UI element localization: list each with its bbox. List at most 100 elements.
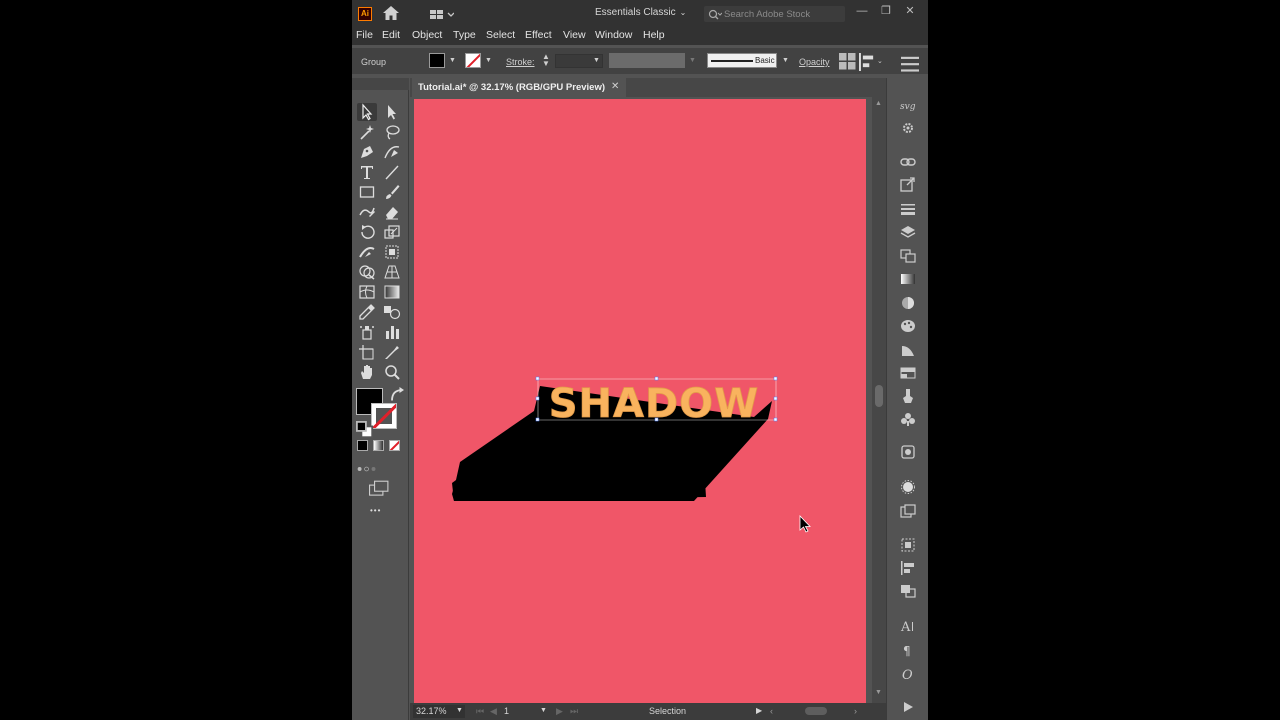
artboards-icon[interactable] <box>899 248 917 264</box>
artboard-tool-icon[interactable] <box>357 343 377 361</box>
paintbrush-tool-icon[interactable] <box>382 183 402 201</box>
home-icon[interactable] <box>383 6 399 20</box>
horizontal-scrollbar-thumb[interactable] <box>805 707 827 715</box>
shape-builder-tool-icon[interactable] <box>357 263 377 281</box>
scroll-down-icon[interactable]: ▼ <box>875 689 882 696</box>
minimize-button[interactable]: — <box>854 3 870 19</box>
artboard[interactable]: SHADOW <box>414 99 866 703</box>
width-tool-icon[interactable] <box>357 243 377 261</box>
stock-search[interactable] <box>704 6 845 22</box>
menu-window[interactable]: Window <box>595 29 632 41</box>
chevron-down-icon[interactable]: ▼ <box>485 57 492 64</box>
perspective-grid-tool-icon[interactable] <box>382 263 402 281</box>
stroke-color-swatch[interactable] <box>465 53 481 68</box>
align-panel-icon[interactable] <box>899 560 917 576</box>
opacity-label[interactable]: Opacity <box>799 57 830 67</box>
color-mode-none[interactable] <box>389 440 400 451</box>
fill-color-swatch[interactable] <box>429 53 445 68</box>
chevron-down-icon[interactable]: ▼ <box>593 57 600 64</box>
close-tab-icon[interactable]: ✕ <box>611 81 619 92</box>
edit-toolbar-button[interactable]: ••• <box>370 506 381 515</box>
scale-tool-icon[interactable] <box>382 223 402 241</box>
align-icon[interactable] <box>858 53 874 71</box>
scroll-up-icon[interactable]: ▲ <box>875 100 882 107</box>
tools-panel-grip[interactable] <box>352 78 409 90</box>
layers-icon[interactable] <box>899 224 917 240</box>
column-graph-tool-icon[interactable] <box>382 323 402 341</box>
screen-mode-icon[interactable] <box>369 480 389 496</box>
artboard-nav-prev-icon[interactable]: ◀ <box>490 706 497 717</box>
color-mode-gradient[interactable] <box>373 440 384 451</box>
panel-menu-icon[interactable] <box>900 55 919 72</box>
stroke-panel-icon[interactable] <box>899 201 917 217</box>
menu-view[interactable]: View <box>563 29 586 41</box>
menu-select[interactable]: Select <box>486 29 515 41</box>
menu-type[interactable]: Type <box>453 29 476 41</box>
stroke-weight-stepper[interactable]: ▲ ▼ <box>542 53 550 68</box>
chevron-down-icon[interactable]: ▼ <box>449 57 456 64</box>
hand-tool-icon[interactable] <box>357 363 377 381</box>
rectangle-tool-icon[interactable] <box>357 183 377 201</box>
type-tool-icon[interactable] <box>357 163 377 181</box>
gear-icon[interactable] <box>899 120 917 136</box>
artboard-nav-next-icon[interactable]: ▶ <box>556 706 563 717</box>
play-actions-icon[interactable] <box>899 699 917 715</box>
chevron-down-icon[interactable]: ⌄ <box>877 57 883 65</box>
links-icon[interactable] <box>899 154 917 170</box>
symbols-icon[interactable] <box>899 411 917 427</box>
zoom-tool-icon[interactable] <box>382 363 402 381</box>
workspace-switcher[interactable]: Essentials Classic ⌄ <box>595 7 686 18</box>
pen-tool-icon[interactable] <box>357 143 377 161</box>
character-icon[interactable]: A <box>899 618 917 634</box>
chevron-down-icon[interactable]: ▼ <box>540 707 547 714</box>
stock-search-input[interactable] <box>724 6 842 22</box>
svg-interactivity-icon[interactable]: svg <box>899 98 917 114</box>
transform-icon[interactable] <box>899 537 917 553</box>
blend-tool-icon[interactable] <box>382 303 402 321</box>
menu-effect[interactable]: Effect <box>525 29 552 41</box>
mesh-tool-icon[interactable] <box>357 283 377 301</box>
artboard-nav-last-icon[interactable]: ⏭ <box>570 706 578 717</box>
draw-mode-icons[interactable] <box>357 460 403 472</box>
gradient-panel-icon[interactable] <box>899 271 917 287</box>
variable-width-profile[interactable] <box>609 53 685 68</box>
free-transform-tool-icon[interactable] <box>382 243 402 261</box>
recolor-icon[interactable] <box>838 53 856 70</box>
swap-fill-stroke-icon[interactable] <box>388 387 404 401</box>
color-palette-icon[interactable] <box>899 318 917 334</box>
graphic-styles-icon[interactable] <box>899 444 917 460</box>
restore-button[interactable]: ❐ <box>878 3 894 19</box>
menu-object[interactable]: Object <box>412 29 442 41</box>
slice-tool-icon[interactable] <box>382 343 402 361</box>
default-fill-stroke-icon[interactable] <box>355 421 374 439</box>
shaper-tool-icon[interactable] <box>357 203 377 221</box>
gradient-tool-icon[interactable] <box>382 283 402 301</box>
brush-definition[interactable]: Basic <box>707 53 777 68</box>
artboard-number[interactable]: 1 <box>504 706 509 716</box>
swatches-icon[interactable] <box>899 365 917 381</box>
magic-wand-tool-icon[interactable] <box>357 123 377 141</box>
menu-file[interactable]: File <box>356 29 373 41</box>
zoom-level[interactable]: 32.17% <box>416 706 447 716</box>
color-guide-icon[interactable] <box>899 342 917 358</box>
selection-tool-icon[interactable] <box>357 103 377 121</box>
symbol-sprayer-tool-icon[interactable] <box>357 323 377 341</box>
menu-help[interactable]: Help <box>643 29 665 41</box>
paragraph-icon[interactable]: ¶ <box>899 642 917 658</box>
vertical-scrollbar[interactable]: ▲ ▼ <box>872 97 886 703</box>
artboard-nav-first-icon[interactable]: ⏮ <box>476 706 484 717</box>
brushes-icon[interactable] <box>899 388 917 404</box>
hscroll-left-icon[interactable]: ‹ <box>770 706 773 716</box>
arrange-documents-icon[interactable] <box>430 8 455 19</box>
eraser-tool-icon[interactable] <box>382 203 402 221</box>
rotate-tool-icon[interactable] <box>357 223 377 241</box>
close-window-button[interactable]: ✕ <box>902 3 918 19</box>
menu-edit[interactable]: Edit <box>382 29 400 41</box>
stroke-label[interactable]: Stroke: <box>506 57 535 67</box>
document-tab[interactable]: Tutorial.ai* @ 32.17% (RGB/GPU Preview) … <box>412 78 626 97</box>
direct-selection-tool-icon[interactable] <box>382 103 402 121</box>
asset-export-icon[interactable] <box>899 503 917 519</box>
canvas[interactable]: SHADOW <box>410 97 872 703</box>
appearance-icon[interactable] <box>899 479 917 495</box>
pathfinder-icon[interactable] <box>899 583 917 599</box>
